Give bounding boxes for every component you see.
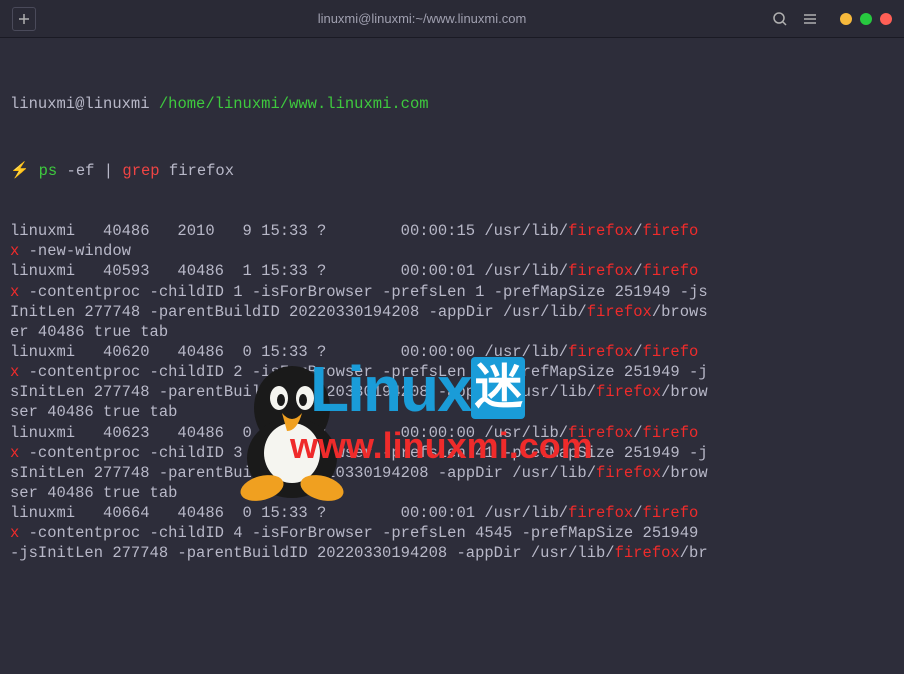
output-line: x -contentproc -childID 3 -isForBrowser … [10, 443, 894, 463]
output: linuxmi 40486 2010 9 15:33 ? 00:00:15 /u… [10, 221, 894, 563]
output-line: ser 40486 true tab [10, 483, 894, 503]
output-line: x -contentproc -childID 2 -isForBrowser … [10, 362, 894, 382]
minimize-button[interactable] [840, 13, 852, 25]
close-button[interactable] [880, 13, 892, 25]
window-controls [840, 13, 892, 25]
search-icon [772, 11, 788, 27]
output-line: linuxmi 40593 40486 1 15:33 ? 00:00:01 /… [10, 261, 894, 281]
output-line: InitLen 277748 -parentBuildID 2022033019… [10, 302, 894, 322]
terminal-content[interactable]: linuxmi@linuxmi /home/linuxmi/www.linuxm… [0, 38, 904, 674]
output-line: x -new-window [10, 241, 894, 261]
output-line: er 40486 true tab [10, 322, 894, 342]
search-button[interactable] [772, 11, 788, 27]
output-line: ser 40486 true tab [10, 402, 894, 422]
pipe: | [104, 162, 113, 180]
output-line: linuxmi 40623 40486 0 15:33 ? 00:00:00 /… [10, 423, 894, 443]
plus-icon [17, 12, 31, 26]
output-line: linuxmi 40664 40486 0 15:33 ? 00:00:01 /… [10, 503, 894, 523]
cmd-grep: grep [122, 162, 159, 180]
cmd-flags: -ef [67, 162, 95, 180]
output-line: x -contentproc -childID 1 -isForBrowser … [10, 282, 894, 302]
prompt-line-1: linuxmi@linuxmi /home/linuxmi/www.linuxm… [10, 94, 894, 114]
window-title: linuxmi@linuxmi:~/www.linuxmi.com [72, 11, 772, 26]
menu-button[interactable] [802, 11, 818, 27]
cmd-arg: firefox [169, 162, 234, 180]
maximize-button[interactable] [860, 13, 872, 25]
lightning-icon: ⚡ [10, 162, 29, 180]
output-line: sInitLen 277748 -parentBuildID 202203301… [10, 463, 894, 483]
prompt-line-2: ⚡ ps -ef | grep firefox [10, 161, 894, 181]
cmd-ps: ps [39, 162, 58, 180]
hamburger-icon [802, 11, 818, 27]
prompt-user: linuxmi@linuxmi [10, 95, 150, 113]
titlebar-left [12, 7, 72, 31]
output-line: linuxmi 40486 2010 9 15:33 ? 00:00:15 /u… [10, 221, 894, 241]
titlebar: linuxmi@linuxmi:~/www.linuxmi.com [0, 0, 904, 38]
prompt-path: /home/linuxmi/www.linuxmi.com [159, 95, 429, 113]
output-line: sInitLen 277748 -parentBuildID 202203301… [10, 382, 894, 402]
output-line: -jsInitLen 277748 -parentBuildID 2022033… [10, 543, 894, 563]
titlebar-right [772, 11, 892, 27]
output-line: x -contentproc -childID 4 -isForBrowser … [10, 523, 894, 543]
output-line: linuxmi 40620 40486 0 15:33 ? 00:00:00 /… [10, 342, 894, 362]
new-tab-button[interactable] [12, 7, 36, 31]
